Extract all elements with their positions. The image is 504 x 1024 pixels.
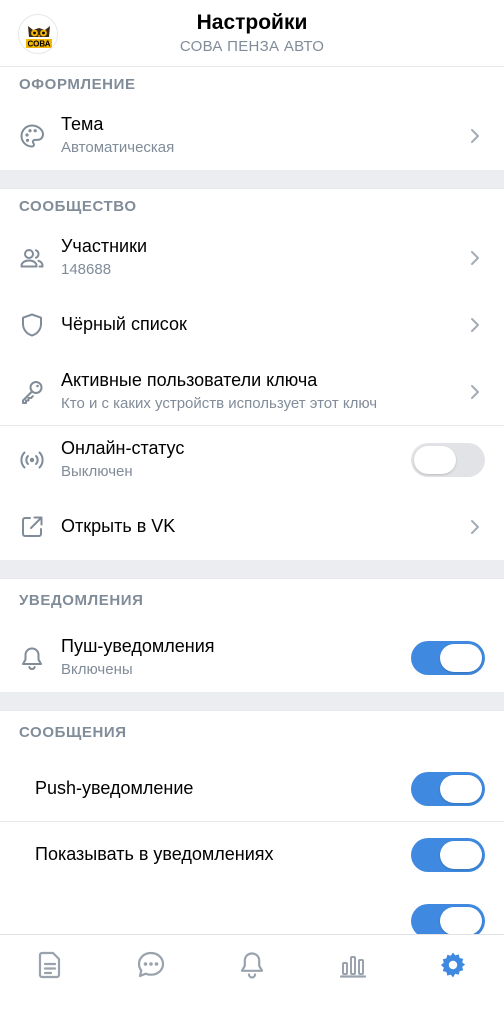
section-gap [0, 692, 504, 710]
blacklist-label: Чёрный список [61, 314, 187, 334]
push-notifications-value: Включены [61, 661, 133, 678]
section-gap [0, 560, 504, 578]
community-section: СООБЩЕСТВО Участники 148688 Чёрный списо… [0, 188, 504, 560]
online-status-value: Выключен [61, 463, 133, 480]
chevron-right-icon [471, 251, 479, 265]
online-status-toggle[interactable] [411, 443, 485, 477]
section-title-appearance: ОФОРМЛЕНИЕ [19, 76, 136, 93]
message-push-row[interactable]: Push-уведомление [0, 756, 504, 822]
push-notifications-row[interactable]: Пуш-уведомления Включены [0, 624, 504, 692]
users-icon [20, 249, 44, 268]
members-label: Участники [61, 236, 147, 256]
bell-icon [22, 647, 42, 671]
chevron-right-icon [471, 520, 479, 534]
members-count: 148688 [61, 261, 112, 278]
message-push-toggle[interactable] [411, 771, 485, 806]
push-notifications-toggle[interactable] [411, 641, 485, 675]
toggle-knob [440, 774, 482, 803]
show-in-notifications-toggle[interactable] [411, 838, 485, 872]
document-icon[interactable] [34, 949, 66, 981]
active-key-users-label: Активные пользователи ключа [61, 370, 318, 390]
blacklist-row[interactable]: Чёрный список [0, 292, 504, 358]
appearance-section: ОФОРМЛЕНИЕ Тема Автоматическая [0, 66, 504, 170]
shield-icon [22, 313, 42, 337]
online-status-label: Онлайн-статус [61, 438, 185, 458]
stats-icon[interactable] [337, 949, 369, 981]
broadcast-icon [20, 451, 44, 469]
header: СОВА Настройки СОВА ПЕНЗА АВТО [0, 0, 504, 66]
tab-bar [0, 934, 504, 1024]
section-title-notifications: УВЕДОМЛЕНИЯ [19, 592, 144, 609]
chevron-right-icon [471, 318, 479, 332]
notifications-section: УВЕДОМЛЕНИЯ Пуш-уведомления Включены [0, 578, 504, 692]
settings-icon[interactable] [437, 949, 469, 981]
toggle-knob [440, 841, 482, 869]
notifications-tab-icon[interactable] [236, 949, 268, 981]
messages-third-row[interactable] [0, 888, 504, 934]
theme-label: Тема [61, 114, 104, 134]
message-push-label: Push-уведомление [35, 777, 194, 798]
key-icon [22, 380, 43, 404]
online-status-row[interactable]: Онлайн-статус Выключен [0, 426, 504, 494]
messages-third-toggle[interactable] [411, 904, 485, 934]
external-link-icon [22, 516, 43, 537]
toggle-knob [440, 644, 482, 672]
open-in-vk-label: Открыть в VK [61, 516, 176, 536]
theme-row[interactable]: Тема Автоматическая [0, 102, 504, 170]
members-row[interactable]: Участники 148688 [0, 224, 504, 292]
section-title-messages: СООБЩЕНИЯ [19, 724, 127, 741]
active-key-users-description: Кто и с каких устройств использует этот … [61, 395, 378, 412]
palette-icon [20, 124, 45, 148]
messages-section: СООБЩЕНИЯ Push-уведомление Показывать в … [0, 710, 504, 934]
toggle-knob [414, 446, 456, 474]
section-title-community: СООБЩЕСТВО [19, 198, 137, 215]
push-notifications-label: Пуш-уведомления [61, 636, 215, 656]
chevron-right-icon [471, 384, 479, 399]
show-in-notifications-label: Показывать в уведомлениях [35, 844, 274, 864]
page-title: Настройки [196, 11, 308, 34]
app-screen: СОВА Настройки СОВА ПЕНЗА АВТО ОФОРМЛЕНИ… [0, 0, 504, 1024]
active-key-users-row[interactable]: Активные пользователи ключа Кто и с каки… [0, 358, 504, 426]
show-in-notifications-row[interactable]: Показывать в уведомлениях [0, 822, 504, 888]
chevron-right-icon [471, 129, 479, 143]
chat-icon[interactable] [135, 949, 167, 981]
theme-value: Автоматическая [61, 139, 175, 156]
community-name: СОВА ПЕНЗА АВТО [179, 38, 325, 55]
toggle-knob [440, 907, 482, 934]
section-gap [0, 170, 504, 188]
open-in-vk-row[interactable]: Открыть в VK [0, 494, 504, 560]
settings-list[interactable]: ОФОРМЛЕНИЕ Тема Автоматическая СООБЩЕСТВ… [0, 66, 504, 934]
